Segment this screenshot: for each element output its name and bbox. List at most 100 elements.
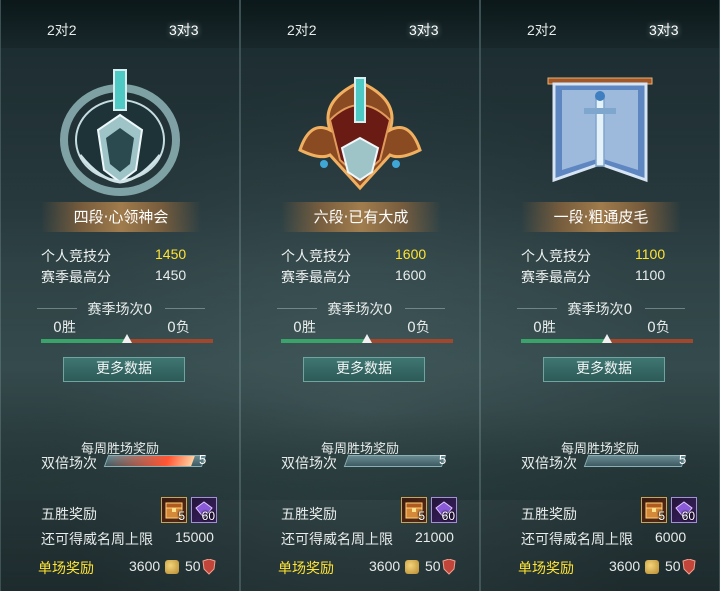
personal-score-row: 个人竞技分 1100 [521, 246, 681, 266]
five-win-reward-label: 五胜奖励 [521, 507, 577, 523]
gem-reward[interactable]: 60 [671, 497, 697, 523]
rank-name: 六段·已有大成 [281, 202, 441, 232]
win-portion [41, 339, 127, 343]
rank-name: 四段·心领神会 [41, 202, 201, 232]
coin-icon [645, 560, 659, 574]
gem-count: 60 [441, 509, 455, 523]
personal-score-label: 个人竞技分 [521, 249, 591, 265]
season-matches: 赛季场次0 [327, 302, 393, 318]
personal-score-row: 个人竞技分 1600 [281, 246, 441, 266]
gem-reward[interactable]: 60 [431, 497, 457, 523]
season-high-value: 1600 [395, 267, 427, 283]
personal-score-value: 1450 [155, 246, 187, 262]
weekly-cap-label: 还可得威名周上限 [521, 532, 633, 548]
double-matches-count: 5 [679, 452, 687, 467]
weekly-cap-value: 21000 [415, 529, 454, 545]
shield-icon [202, 559, 216, 575]
loss-portion [607, 339, 693, 343]
wins-count: 0胜 [293, 320, 316, 336]
tab-2v2[interactable]: 2对2 [527, 20, 557, 40]
wins-count: 0胜 [533, 320, 556, 336]
chest-count: 5 [418, 509, 425, 523]
single-shield-value: 50 [425, 558, 441, 574]
rank-emblem-silver-icon [40, 60, 200, 200]
shield-icon [682, 559, 696, 575]
double-matches-label: 双倍场次 [281, 456, 337, 472]
more-data-button[interactable]: 更多数据 [63, 357, 185, 382]
double-matches-label: 双倍场次 [41, 456, 97, 472]
weekly-cap-value: 15000 [175, 529, 214, 545]
shield-icon [442, 559, 456, 575]
ratio-marker-icon [602, 334, 612, 343]
single-shield-value: 50 [665, 558, 681, 574]
season-high-label: 赛季最高分 [281, 270, 351, 286]
season-high-row: 赛季最高分 1600 [281, 267, 441, 287]
mode-tabs: 2对2 3对3 [241, 0, 479, 48]
season-high-value: 1100 [635, 267, 666, 283]
season-high-label: 赛季最高分 [41, 270, 111, 286]
double-matches-label: 双倍场次 [521, 456, 577, 472]
single-match-reward-label: 单场奖励 [278, 561, 334, 577]
single-coin-value: 3600 [609, 558, 641, 574]
season-high-row: 赛季最高分 1100 [521, 267, 681, 287]
ratio-marker-icon [122, 334, 132, 343]
double-matches-progress [103, 455, 207, 467]
rank-panel-2: 2对2 3对3 六段·已有大成 个人竞技分 1600 赛季最高分 1600 赛季… [240, 0, 480, 591]
gem-reward[interactable]: 60 [191, 497, 217, 523]
weekly-cap-label: 还可得威名周上限 [281, 532, 393, 548]
losses-count: 0负 [167, 320, 190, 336]
season-matches: 赛季场次0 [567, 302, 633, 318]
weekly-cap-value: 6000 [655, 529, 687, 545]
wins-count: 0胜 [53, 320, 76, 336]
chest-reward[interactable]: 5 [401, 497, 427, 523]
single-coin-value: 3600 [369, 558, 401, 574]
personal-score-row: 个人竞技分 1450 [41, 246, 201, 266]
losses-count: 0负 [407, 320, 430, 336]
tab-3v3[interactable]: 3对3 [169, 20, 199, 40]
double-matches-count: 5 [199, 452, 207, 467]
five-win-reward-label: 五胜奖励 [41, 507, 97, 523]
more-data-button[interactable]: 更多数据 [303, 357, 425, 382]
double-matches-count: 5 [439, 452, 447, 467]
chest-reward[interactable]: 5 [641, 497, 667, 523]
rank-emblem-bronze-icon [280, 60, 440, 200]
single-shield-value: 50 [185, 558, 201, 574]
personal-score-label: 个人竞技分 [41, 249, 111, 265]
win-portion [521, 339, 607, 343]
gem-count: 60 [681, 509, 695, 523]
tab-2v2[interactable]: 2对2 [47, 20, 77, 40]
gem-count: 60 [201, 509, 215, 523]
coin-icon [165, 560, 179, 574]
double-matches-progress [343, 455, 447, 467]
losses-count: 0负 [647, 320, 670, 336]
season-high-value: 1450 [155, 267, 187, 283]
loss-portion [127, 339, 213, 343]
personal-score-value: 1600 [395, 246, 427, 262]
tab-2v2[interactable]: 2对2 [287, 20, 317, 40]
personal-score-label: 个人竞技分 [281, 249, 351, 265]
win-portion [281, 339, 367, 343]
coin-icon [405, 560, 419, 574]
single-match-reward-label: 单场奖励 [38, 561, 94, 577]
ratio-marker-icon [362, 334, 372, 343]
personal-score-value: 1100 [635, 246, 666, 262]
season-high-row: 赛季最高分 1450 [41, 267, 201, 287]
season-high-label: 赛季最高分 [521, 270, 591, 286]
chest-count: 5 [178, 509, 185, 523]
tab-3v3[interactable]: 3对3 [409, 20, 439, 40]
loss-portion [367, 339, 453, 343]
season-matches: 赛季场次0 [87, 302, 153, 318]
rank-name: 一段·粗通皮毛 [521, 202, 681, 232]
chest-count: 5 [658, 509, 665, 523]
chest-reward[interactable]: 5 [161, 497, 187, 523]
rank-panel-1: 2对2 3对3 四段·心领神会 个人竞技分 1450 赛季最高分 1450 赛季… [0, 0, 240, 591]
five-win-reward-label: 五胜奖励 [281, 507, 337, 523]
progress-fill [585, 456, 589, 466]
tab-3v3[interactable]: 3对3 [649, 20, 679, 40]
rank-panel-3: 2对2 3对3 一段·粗通皮毛 个人竞技分 1100 赛季最高分 1100 赛季… [480, 0, 720, 591]
progress-fill [345, 456, 349, 466]
single-match-reward-label: 单场奖励 [518, 561, 574, 577]
single-coin-value: 3600 [129, 558, 161, 574]
progress-fill [105, 456, 196, 466]
more-data-button[interactable]: 更多数据 [543, 357, 665, 382]
